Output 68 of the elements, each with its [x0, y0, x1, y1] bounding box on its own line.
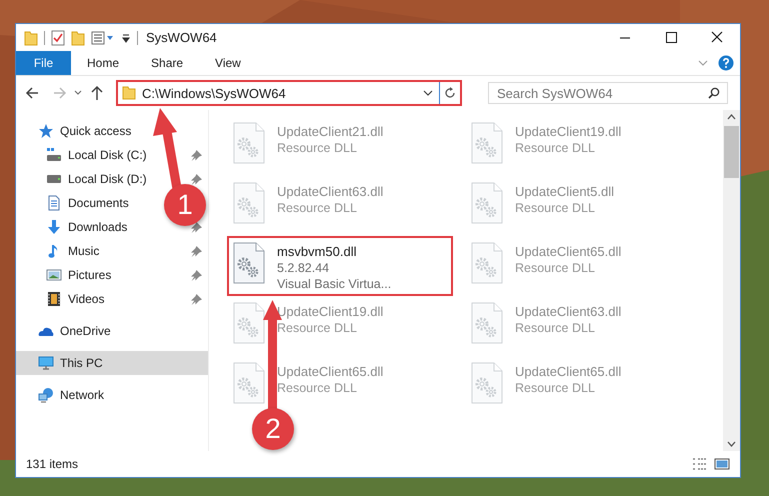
file-gears-icon	[471, 362, 503, 404]
ribbon-tab[interactable]: Home	[71, 51, 136, 75]
sidebar-item[interactable]: OneDrive	[16, 319, 115, 343]
system-drive-icon	[46, 147, 62, 163]
pin-icon[interactable]	[191, 150, 202, 160]
chevron-icon[interactable]	[698, 60, 708, 66]
window-title: SysWOW64	[146, 30, 217, 45]
pictures-icon	[46, 267, 62, 283]
pin-icon[interactable]	[191, 270, 202, 280]
file-type: Resource DLL	[515, 381, 596, 395]
sidebar-item[interactable]: Documents	[16, 191, 133, 215]
pin-icon[interactable]	[191, 246, 202, 256]
file-type: Resource DLL	[277, 381, 358, 395]
computer-icon	[38, 355, 54, 371]
ribbon-tab[interactable]: View	[199, 51, 257, 75]
details-view-icon[interactable]	[692, 457, 708, 471]
file-gears-icon	[233, 362, 265, 404]
videos-icon	[46, 291, 62, 307]
sidebar-item[interactable]: Quick access	[16, 119, 136, 143]
file-gears-icon	[471, 122, 503, 164]
sidebar-item[interactable]: Music	[16, 239, 104, 263]
quick-access-icon	[38, 123, 54, 139]
network-icon	[38, 387, 54, 403]
scroll-up-icon[interactable]	[727, 114, 736, 120]
ribbon-tab[interactable]: Share	[135, 51, 200, 75]
file-type: Resource DLL	[277, 201, 358, 215]
file-type: Resource DLL	[277, 321, 358, 335]
sidebar-item[interactable]: This PC	[16, 351, 208, 375]
file-gears-icon	[233, 122, 265, 164]
downloads-icon	[46, 219, 62, 235]
file-gears-icon	[233, 182, 265, 224]
search-field[interactable]: Search SysWOW64	[488, 82, 728, 104]
file-menu-button[interactable]: File	[16, 51, 71, 75]
search-icon[interactable]	[708, 87, 720, 99]
scrollbar-thumb[interactable]	[724, 126, 739, 178]
layout-icon[interactable]	[91, 30, 115, 44]
pin-icon[interactable]	[191, 294, 202, 304]
recent-caret-icon[interactable]	[74, 90, 82, 96]
sidebar-item[interactable]: Videos	[16, 287, 108, 311]
pin-icon[interactable]	[191, 222, 202, 232]
properties-icon[interactable]	[51, 30, 65, 46]
customize-caret-icon[interactable]	[121, 32, 131, 42]
documents-icon	[46, 195, 62, 211]
file-gears-icon	[471, 302, 503, 344]
file-type: Resource DLL	[515, 201, 596, 215]
sidebar-item[interactable]: Network	[16, 383, 108, 407]
item-count: 131 items	[26, 457, 78, 471]
sidebar-item[interactable]: Pictures	[16, 263, 116, 287]
file-type: Resource DLL	[515, 321, 596, 335]
file-type: Resource DLL	[515, 141, 596, 155]
address-field[interactable]: C:\Windows\SysWOW64	[116, 80, 462, 106]
file-gears-icon	[233, 302, 265, 344]
refresh-icon[interactable]	[444, 87, 456, 99]
scroll-down-icon[interactable]	[727, 441, 736, 447]
large-icons-view-icon[interactable]	[714, 457, 730, 471]
pin-icon[interactable]	[191, 174, 202, 184]
file-gears-icon	[233, 242, 265, 284]
folder-icon	[122, 86, 136, 100]
sidebar-item[interactable]: Downloads	[16, 215, 132, 239]
file-item[interactable]: msvbvm50.dll 5.2.82.44 Visual Basic Virtua...	[227, 236, 453, 296]
help-icon[interactable]	[718, 55, 734, 71]
file-type: Resource DLL	[277, 141, 358, 155]
sidebar-item[interactable]: Local Disk (C:)	[16, 143, 151, 167]
file-gears-icon	[471, 242, 503, 284]
dropdown-caret-icon[interactable]	[423, 90, 433, 96]
file-type: Resource DLL	[515, 261, 596, 275]
sidebar-item[interactable]: Local Disk (D:)	[16, 167, 151, 191]
file-gears-icon	[471, 182, 503, 224]
